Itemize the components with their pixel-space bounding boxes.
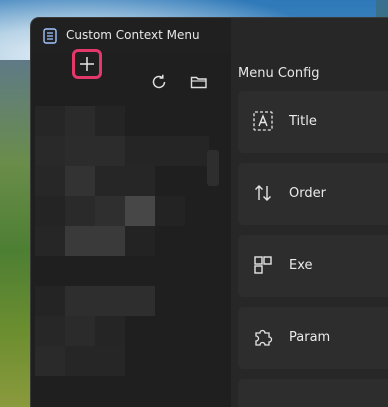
add-button[interactable] [72, 49, 102, 79]
card-label: Title [289, 114, 317, 129]
puzzle-icon [255, 329, 273, 346]
refresh-icon [152, 74, 166, 89]
folder-icon [190, 76, 207, 89]
config-card-param[interactable]: Param [238, 307, 388, 369]
plus-icon [80, 57, 94, 71]
card-label: Exe [289, 258, 313, 273]
config-card-partial[interactable] [238, 379, 388, 407]
app-title: Custom Context Menu [66, 28, 200, 42]
section-title: Menu Config [238, 66, 320, 81]
config-card-order[interactable]: Order [238, 163, 388, 225]
card-label: Order [289, 186, 326, 201]
refresh-button[interactable] [144, 67, 174, 97]
app-list-icon [43, 28, 57, 44]
apps-icon [254, 256, 272, 274]
title-bar[interactable]: Custom Context Menu [31, 18, 231, 54]
config-card-exe[interactable]: Exe [238, 235, 388, 297]
swap-vertical-icon [255, 185, 271, 201]
open-folder-button[interactable] [184, 67, 214, 97]
card-label: Param [289, 330, 331, 345]
text-box-icon [253, 111, 273, 131]
config-card-title[interactable]: Title [238, 91, 388, 153]
